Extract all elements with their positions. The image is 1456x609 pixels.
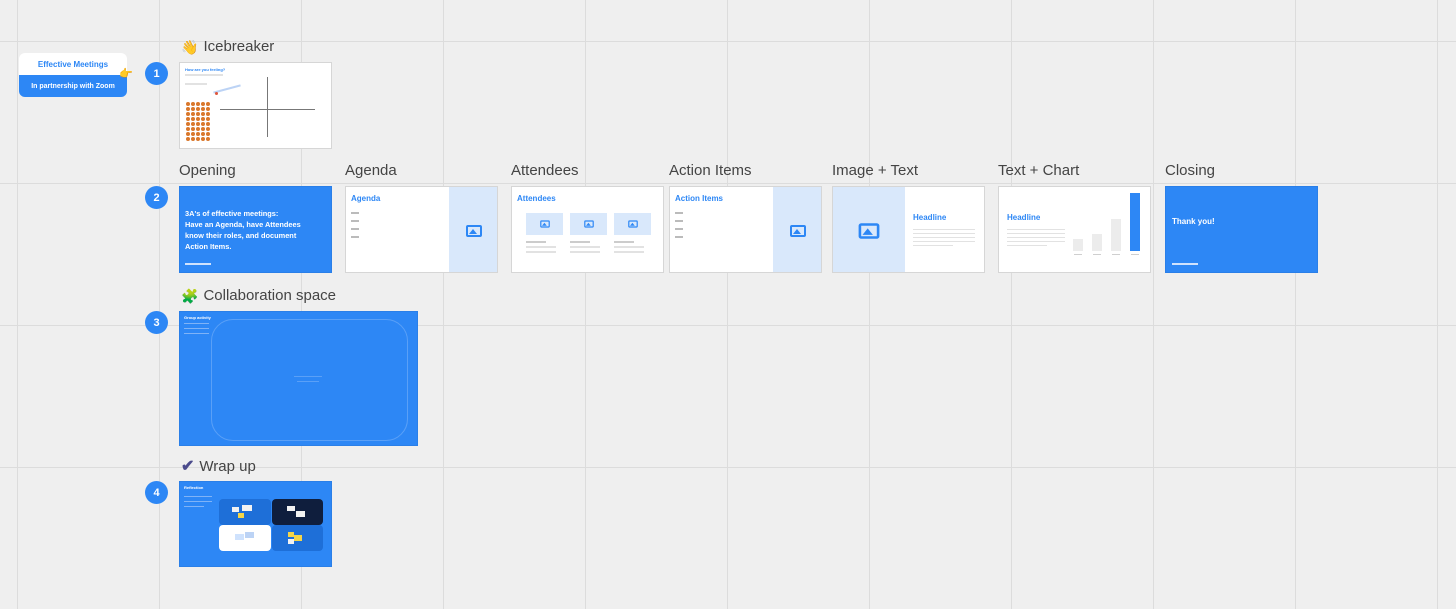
section-number-3[interactable]: 3 [145, 311, 168, 334]
section-number-4[interactable]: 4 [145, 481, 168, 504]
activity-area[interactable] [211, 319, 408, 441]
image-placeholder-icon [583, 220, 594, 228]
frame-opening[interactable]: 3A's of effective meetings: Have an Agen… [179, 186, 332, 273]
chart-bar [1130, 193, 1140, 251]
frame-label-text-chart[interactable]: Text + Chart [998, 162, 1079, 179]
chart-bar [1111, 219, 1121, 251]
image-placeholder-icon [539, 220, 550, 228]
image-placeholder-icon [790, 224, 806, 237]
frame-collaboration[interactable]: Group activity [179, 311, 418, 446]
mini-bar-chart [1071, 193, 1147, 257]
chart-tick [1112, 254, 1120, 255]
chart-bar [1073, 239, 1083, 251]
text-chart-headline: Headline [1007, 213, 1041, 222]
chart-tick [1074, 254, 1082, 255]
chart-tick [1131, 254, 1139, 255]
collab-heading: Group activity [184, 315, 211, 320]
puzzle-icon: 🧩 [181, 287, 199, 304]
closing-heading: Thank you! [1172, 217, 1215, 226]
frame-label-agenda[interactable]: Agenda [345, 162, 397, 179]
check-mark-icon: ✔ [181, 458, 195, 475]
chart-bar [1092, 234, 1102, 251]
frame-label-closing[interactable]: Closing [1165, 162, 1215, 179]
frame-closing[interactable]: Thank you! [1165, 186, 1318, 273]
agenda-heading: Agenda [351, 194, 381, 203]
pointing-hand-icon: 👉 [119, 68, 133, 80]
board-logo[interactable]: Effective Meetings In partnership with Z… [19, 53, 133, 97]
reflection-quadrant[interactable] [219, 525, 271, 551]
section-title-icebreaker[interactable]: 👋 Icebreaker [181, 38, 274, 55]
frame-image-text[interactable]: Headline [832, 186, 985, 273]
icebreaker-heading: How are you feeling? [185, 67, 226, 72]
opening-text: 3A's of effective meetings: Have an Agen… [185, 209, 301, 251]
frame-label-attendees[interactable]: Attendees [511, 162, 579, 179]
attendees-heading: Attendees [517, 194, 556, 203]
emoji-palette[interactable] [186, 102, 210, 141]
waving-hand-icon: 👋 [181, 38, 199, 55]
frame-wrap-up[interactable]: Reflection [179, 481, 332, 567]
chart-tick [1093, 254, 1101, 255]
image-placeholder-icon [627, 220, 638, 228]
section-number-2[interactable]: 2 [145, 186, 168, 209]
image-placeholder-icon [858, 222, 880, 239]
frame-label-action-items[interactable]: Action Items [669, 162, 752, 179]
logo-title: Effective Meetings [19, 53, 127, 75]
frame-label-image-text[interactable]: Image + Text [832, 162, 918, 179]
wrapup-heading: Reflection [184, 485, 204, 490]
image-text-headline: Headline [913, 213, 947, 222]
frame-attendees[interactable]: Attendees [511, 186, 664, 273]
section-title-collaboration[interactable]: 🧩 Collaboration space [181, 287, 336, 304]
reflection-quadrant[interactable] [219, 499, 271, 525]
frame-label-opening[interactable]: Opening [179, 162, 236, 179]
frame-icebreaker[interactable]: How are you feeling? [179, 62, 332, 149]
section-title-wrap-up[interactable]: ✔ Wrap up [181, 456, 256, 476]
frame-agenda[interactable]: Agenda [345, 186, 498, 273]
image-placeholder-icon [466, 224, 482, 237]
frame-action-items[interactable]: Action Items [669, 186, 822, 273]
frame-text-chart[interactable]: Headline [998, 186, 1151, 273]
action-items-heading: Action Items [675, 194, 724, 203]
logo-subtitle: In partnership with Zoom [19, 75, 127, 97]
section-number-1[interactable]: 1 [145, 62, 168, 85]
